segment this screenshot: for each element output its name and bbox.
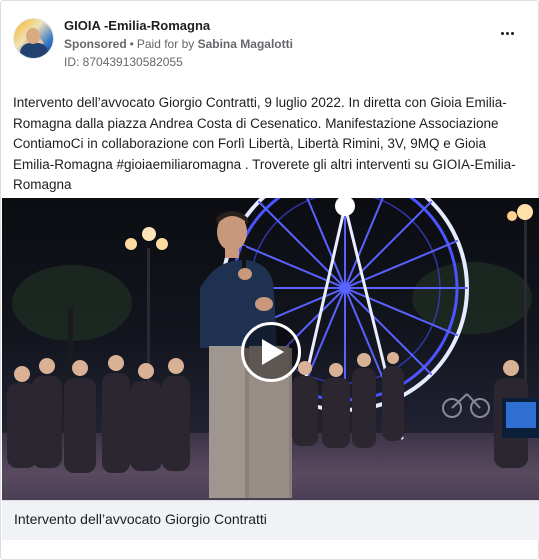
more-options-icon[interactable] [496, 25, 518, 41]
more-dot [500, 31, 504, 35]
page-avatar[interactable] [13, 18, 54, 59]
page-name-link[interactable]: GIOIA -Emilia-Romagna [64, 18, 210, 33]
paid-for-name: Sabina Magalotti [197, 37, 293, 51]
ad-card: GIOIA -Emilia-Romagna Sponsored • Paid for… [0, 0, 539, 560]
avatar-figure-body [20, 43, 48, 58]
video-caption-bar[interactable]: Intervento dell’avvocato Giorgio Contrat… [2, 500, 539, 540]
post-body-text: Intervento dell’avvocato Giorgio Contrat… [13, 95, 516, 192]
ad-id: ID: 870439130582055 [64, 55, 183, 69]
paid-for-prefix: Paid for by [136, 37, 195, 51]
play-button[interactable] [241, 322, 301, 382]
more-dot [510, 31, 514, 35]
avatar-figure-face [26, 28, 40, 44]
play-icon [262, 339, 284, 365]
more-dot [505, 31, 509, 35]
video-caption: Intervento dell’avvocato Giorgio Contrat… [14, 511, 267, 527]
sponsorship-line: Sponsored • Paid for by Sabina Magalotti [64, 37, 293, 51]
sponsored-label: Sponsored [64, 37, 127, 51]
meta-separator: • [129, 37, 134, 51]
post-header: GIOIA -Emilia-Romagna Sponsored • Paid for… [13, 18, 528, 70]
